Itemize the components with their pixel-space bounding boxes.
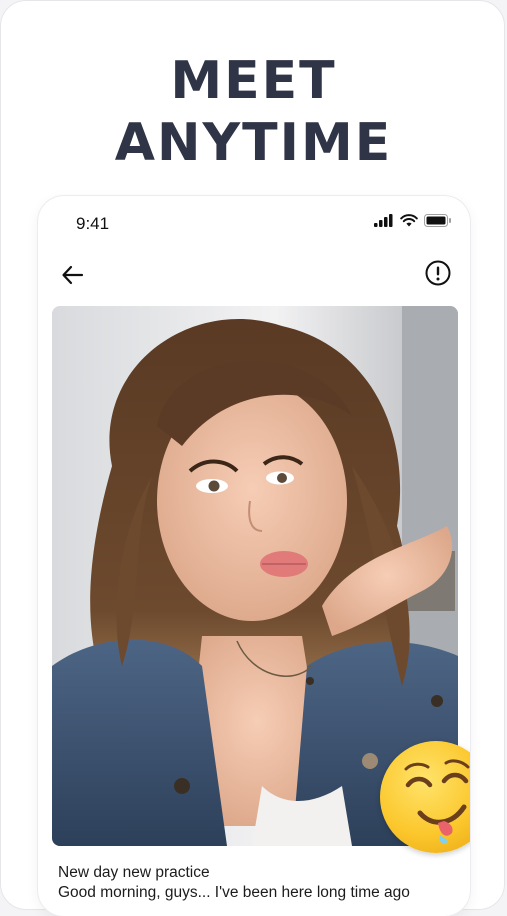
signal-icon [374, 214, 393, 227]
wifi-icon [400, 214, 418, 227]
headline-line-1: MEET [170, 51, 337, 111]
headline-line-2: ANYTIME [114, 113, 393, 173]
post-caption-line-2: Good morning, guys... I've been here lon… [58, 884, 410, 901]
phone-mockup: 9:41 New day new practice Good morning, … [38, 196, 470, 916]
post-caption-line-1: New day new practice [58, 864, 210, 881]
status-time: 9:41 [76, 214, 110, 233]
exclamation-circle-icon[interactable] [424, 259, 452, 287]
status-bar: 9:41 [38, 196, 470, 252]
battery-icon [424, 214, 451, 227]
drooling-face-emoji [380, 741, 470, 853]
status-icons [374, 214, 452, 227]
nav-bar [38, 252, 470, 296]
arrow-left-icon[interactable] [60, 262, 86, 288]
headline: MEET ANYTIME [0, 50, 507, 174]
post-caption: New day new practice Good morning, guys.… [58, 863, 458, 903]
